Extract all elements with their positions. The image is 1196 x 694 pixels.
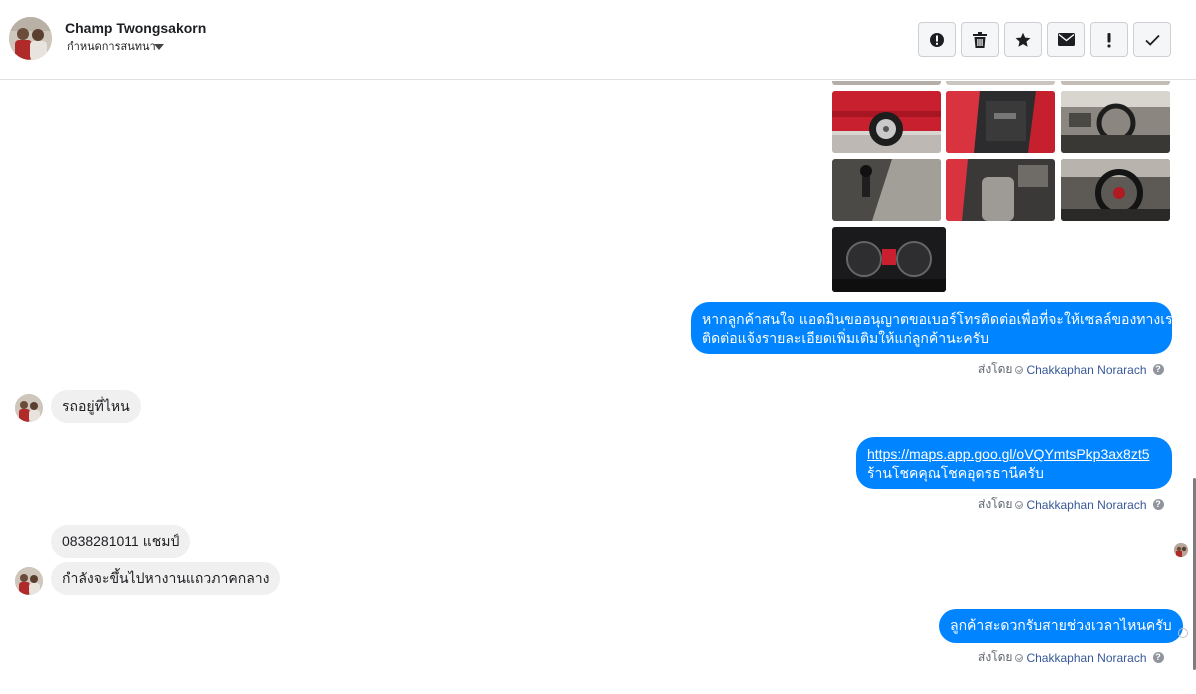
assign-conversation-label[interactable]: กำหนดการสนทนา [67, 41, 156, 52]
sent-by-prefix: ส่งโดย [978, 650, 1013, 664]
message-text-line: หากลูกค้าสนใจ แอดมินขออนุญาตขอเบอร์โทรติ… [702, 311, 1181, 327]
incoming-message[interactable]: 0838281011 แชมป์ [51, 525, 191, 558]
incoming-message[interactable]: กำลังจะขึ้นไปหางานแถวภาคกลาง [51, 562, 281, 595]
message-text-line: ร้านโชคคุณโชคอุดรธานีครับ [867, 465, 1044, 481]
sent-by-label: ส่งโดย Chakkaphan Norarach ? [978, 495, 1164, 514]
contact-avatar-small[interactable] [15, 567, 43, 595]
outgoing-message[interactable]: ลูกค้าสะดวกรับสายช่วงเวลาไหนครับ [939, 609, 1183, 643]
star-button[interactable] [1004, 22, 1042, 57]
contact-name[interactable]: Champ Twongsakorn [65, 20, 206, 36]
message-text-line: ติดต่อแจ้งรายละเอียดเพิ่มเติมให้แก่ลูกค้… [702, 330, 989, 346]
car-photo-steering[interactable] [1061, 159, 1170, 221]
car-photo-seats[interactable] [946, 159, 1055, 221]
car-photo-gear-shift[interactable] [832, 159, 941, 221]
contact-avatar-small[interactable] [15, 394, 43, 422]
car-photo-wheel[interactable] [832, 91, 941, 153]
mark-unread-button[interactable] [1047, 22, 1085, 57]
seen-indicator-avatar [1174, 543, 1188, 557]
car-photo-thumbnail[interactable] [946, 81, 1055, 85]
car-photo-dashboard[interactable] [1061, 91, 1170, 153]
delivered-icon [1178, 628, 1188, 638]
help-icon[interactable]: ? [1152, 364, 1164, 375]
verified-icon [1015, 653, 1024, 662]
agent-name-link[interactable]: Chakkaphan Norarach [1026, 363, 1146, 377]
car-photo-gauges[interactable] [832, 227, 946, 292]
help-icon[interactable]: ? [1152, 652, 1164, 663]
conversation-header: Champ Twongsakorn กำหนดการสนทนา [0, 0, 1196, 80]
follow-up-button[interactable] [1090, 22, 1128, 57]
outgoing-message[interactable]: https://maps.app.goo.gl/oVQYmtsPkp3ax8zt… [856, 437, 1172, 489]
trash-icon [973, 31, 987, 48]
car-photo-door[interactable] [946, 91, 1055, 153]
outgoing-message[interactable]: หากลูกค้าสนใจ แอดมินขออนุญาตขอเบอร์โทรติ… [691, 302, 1181, 354]
message-thread[interactable]: หากลูกค้าสนใจ แอดมินขออนุญาตขอเบอร์โทรติ… [0, 81, 1196, 694]
caret-down-icon[interactable] [154, 44, 164, 50]
map-link[interactable]: https://maps.app.goo.gl/oVQYmtsPkp3ax8zt… [867, 445, 1161, 464]
delete-button[interactable] [961, 22, 999, 57]
sent-by-prefix: ส่งโดย [978, 362, 1013, 376]
contact-avatar[interactable] [9, 17, 52, 60]
agent-name-link[interactable]: Chakkaphan Norarach [1026, 651, 1146, 665]
car-photo-thumbnail[interactable] [832, 81, 941, 85]
alert-circle-icon [930, 32, 944, 47]
sent-by-label: ส่งโดย Chakkaphan Norarach ? [978, 360, 1164, 379]
agent-name-link[interactable]: Chakkaphan Norarach [1026, 498, 1146, 512]
verified-icon [1015, 365, 1024, 374]
verified-icon [1015, 500, 1024, 509]
help-icon[interactable]: ? [1152, 499, 1164, 510]
car-photo-thumbnail[interactable] [1061, 81, 1170, 85]
incoming-message[interactable]: รถอยู่ที่ไหน [51, 390, 141, 423]
star-icon [1015, 32, 1031, 47]
sent-by-label: ส่งโดย Chakkaphan Norarach ? [978, 648, 1164, 667]
envelope-icon [1057, 33, 1075, 46]
mark-spam-button[interactable] [918, 22, 956, 57]
exclamation-icon [1107, 32, 1111, 47]
conversation-toolbar [918, 22, 1171, 57]
checkmark-icon [1144, 34, 1160, 46]
mark-done-button[interactable] [1133, 22, 1171, 57]
sent-by-prefix: ส่งโดย [978, 497, 1013, 511]
